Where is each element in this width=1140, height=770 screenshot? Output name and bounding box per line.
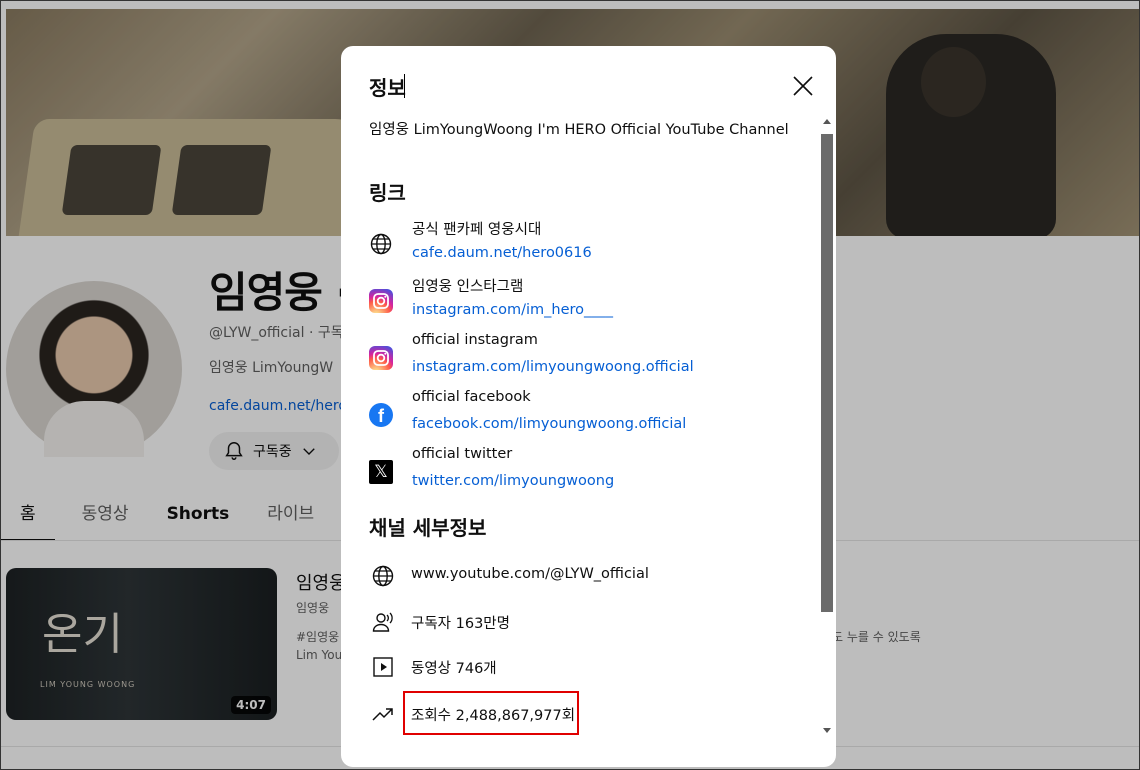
close-button[interactable] [787, 70, 819, 102]
link-url[interactable]: instagram.com/im_hero____ [412, 302, 613, 318]
trending-icon [372, 708, 393, 721]
scroll-up-arrow-icon[interactable] [823, 119, 831, 124]
close-icon [793, 76, 813, 96]
link-item: 임영웅 인스타그램 instagram.com/im_hero____ [369, 275, 809, 325]
link-label: official facebook [412, 389, 531, 405]
view-count-highlight [403, 691, 579, 735]
links-heading: 링크 [369, 181, 406, 205]
text-cursor [404, 74, 405, 98]
facebook-icon: f [369, 403, 393, 427]
dialog-title: 정보 [369, 76, 406, 100]
globe-icon [370, 233, 392, 255]
channel-url[interactable]: www.youtube.com/@LYW_official [411, 566, 649, 582]
link-label: official instagram [412, 332, 538, 348]
detail-row-videos: 동영상 746개 [369, 653, 809, 681]
play-icon [373, 657, 393, 677]
person-icon [372, 612, 393, 632]
about-dialog: 정보 임영웅 LimYoungWoong I'm HERO Official Y… [341, 46, 836, 767]
link-label: 공식 팬카페 영웅시대 [412, 222, 542, 238]
link-url[interactable]: cafe.daum.net/hero0616 [412, 245, 592, 261]
link-label: official twitter [412, 446, 513, 462]
instagram-icon [369, 346, 393, 370]
scrollbar-thumb[interactable] [821, 134, 833, 612]
channel-details-heading: 채널 세부정보 [369, 516, 487, 540]
detail-row-subscribers: 구독자 163만명 [369, 608, 809, 636]
link-item: 공식 팬카페 영웅시대 cafe.daum.net/hero0616 [369, 218, 809, 268]
globe-icon [372, 565, 394, 587]
link-url[interactable]: twitter.com/limyoungwoong [412, 473, 614, 489]
link-url[interactable]: facebook.com/limyoungwoong.official [412, 416, 686, 432]
subscriber-count: 구독자 163만명 [411, 616, 510, 632]
detail-row-url: www.youtube.com/@LYW_official [369, 562, 809, 590]
link-url[interactable]: instagram.com/limyoungwoong.official [412, 359, 694, 375]
link-item: f official facebook facebook.com/limyoun… [369, 389, 809, 439]
video-count: 동영상 746개 [411, 661, 497, 677]
link-label: 임영웅 인스타그램 [412, 279, 524, 295]
link-item: 𝕏 official twitter twitter.com/limyoungw… [369, 446, 809, 496]
dialog-scrollbar[interactable] [820, 116, 834, 736]
instagram-icon [369, 289, 393, 313]
scroll-down-arrow-icon[interactable] [823, 728, 831, 733]
channel-full-description: 임영웅 LimYoungWoong I'm HERO Official YouT… [369, 122, 789, 138]
link-item: official instagram instagram.com/limyoun… [369, 332, 809, 382]
youtube-channel-page: 임영웅 · @LYW_official · 구독 임영웅 LimYoungW c… [0, 0, 1140, 770]
x-icon: 𝕏 [369, 460, 393, 484]
